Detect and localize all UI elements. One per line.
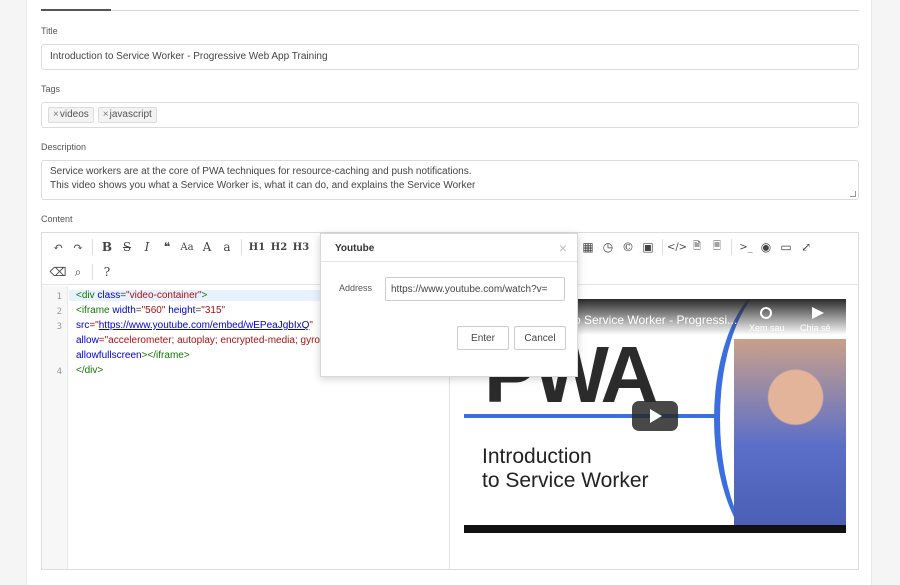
line-number-gutter: 1 2 3 4 (42, 286, 68, 569)
description-label: Description (41, 142, 87, 152)
code-line-3-wrap-1[interactable]: allow="accelerometer; autoplay; encrypte… (76, 335, 320, 346)
help-icon[interactable]: ? (97, 262, 117, 282)
preview-eye-icon[interactable]: ◉ (756, 237, 776, 257)
toolbar-separator (731, 239, 732, 255)
heading3-icon[interactable]: H3 (290, 237, 312, 257)
heading1-icon[interactable]: H1 (246, 237, 268, 257)
code-icon[interactable]: </> (667, 237, 687, 257)
dialog-header: Youtube × (321, 234, 577, 262)
toolbar-row-1: ↶ ↷ B S I ❝ Aa Aa H1 H2 H3 (48, 234, 312, 260)
content-label: Content (41, 214, 73, 224)
file-code-icon[interactable]: 🗎 (687, 237, 707, 257)
code-line-2[interactable]: <iframe width="560" height="315" (76, 305, 225, 316)
clock-icon[interactable]: ◷ (598, 237, 618, 257)
tag-chip[interactable]: ×javascript (97, 107, 157, 123)
lowercase-icon[interactable]: a (217, 237, 237, 257)
code-line-3[interactable]: src="https://www.youtube.com/embed/wEPea… (76, 320, 313, 331)
description-line: Service workers are at the core of PWA t… (50, 166, 472, 177)
quote-icon[interactable]: ❝ (157, 237, 177, 257)
line-number: 2 (56, 307, 62, 317)
address-input[interactable] (385, 277, 565, 301)
toolbar-separator (92, 239, 93, 255)
font-case-icon[interactable]: Aa (177, 237, 197, 257)
italic-icon[interactable]: I (137, 237, 157, 257)
image-icon[interactable]: ▣ (638, 237, 658, 257)
resize-handle-icon[interactable] (850, 191, 856, 197)
toolbar-separator (92, 264, 93, 280)
line-number: 3 (56, 322, 62, 332)
remove-tag-icon[interactable]: × (103, 109, 109, 120)
title-input[interactable]: Introduction to Service Worker - Progres… (41, 44, 859, 70)
title-label: Title (41, 26, 58, 36)
code-line-4[interactable]: </div> (76, 365, 103, 376)
address-label: Address (339, 283, 373, 293)
close-icon[interactable]: × (559, 240, 567, 256)
toolbar-row-1-right: ▦ ◷ © ▣ </> 🗎 🗏 >_ ◉ ▭ ⤢ (578, 234, 816, 260)
watch-later-icon[interactable] (760, 307, 772, 319)
fullscreen-icon[interactable]: ⤢ (796, 237, 816, 257)
video-title[interactable]: o Service Worker - Progressi... (574, 313, 737, 327)
monitor-icon[interactable]: ▭ (776, 237, 796, 257)
strikethrough-icon[interactable]: S (117, 237, 137, 257)
terminal-icon[interactable]: >_ (736, 237, 756, 257)
tag-label: javascript (109, 109, 152, 120)
description-textarea[interactable]: Service workers are at the core of PWA t… (41, 160, 859, 200)
tag-chip[interactable]: ×videos (48, 107, 94, 123)
description-line: This video shows you what a Service Work… (50, 180, 476, 191)
cancel-button[interactable]: Cancel (514, 326, 566, 350)
tags-label: Tags (41, 84, 61, 94)
video-blue-line (464, 414, 719, 418)
video-heading: Introduction to Service Worker (482, 445, 649, 492)
heading2-icon[interactable]: H2 (268, 237, 290, 257)
youtube-dialog: Youtube × Address Enter Cancel (320, 233, 578, 377)
eraser-icon[interactable]: ⌫ (48, 262, 68, 282)
uppercase-icon[interactable]: A (197, 237, 217, 257)
tags-input[interactable]: ×videos ×javascript (41, 102, 859, 128)
share-label[interactable]: Chia sẻ (800, 323, 831, 333)
bold-icon[interactable]: B (97, 237, 117, 257)
toolbar-row-2: ⌫ ⌕? (48, 259, 117, 285)
search-icon[interactable]: ⌕ (68, 262, 88, 282)
file-text-icon[interactable]: 🗏 (707, 237, 727, 257)
line-number: 4 (56, 367, 62, 377)
active-tab-indicator (41, 9, 111, 11)
code-line-3-wrap-2[interactable]: allowfullscreen></iframe> (76, 350, 190, 361)
watch-later-label[interactable]: Xem sau (749, 323, 785, 333)
play-button-icon[interactable] (632, 401, 678, 431)
enter-button[interactable]: Enter (457, 326, 509, 350)
tag-label: videos (59, 109, 89, 120)
table-icon[interactable]: ▦ (578, 237, 598, 257)
undo-icon[interactable]: ↶ (48, 237, 68, 257)
remove-tag-icon[interactable]: × (53, 109, 59, 120)
redo-icon[interactable]: ↷ (68, 237, 88, 257)
dialog-title: Youtube (335, 243, 375, 254)
toolbar-separator (662, 239, 663, 255)
toolbar-separator (241, 239, 242, 255)
tab-bar (41, 5, 859, 11)
video-presenter (734, 339, 846, 525)
line-number: 1 (56, 292, 62, 302)
share-icon[interactable] (812, 307, 824, 319)
copyright-icon[interactable]: © (618, 237, 638, 257)
